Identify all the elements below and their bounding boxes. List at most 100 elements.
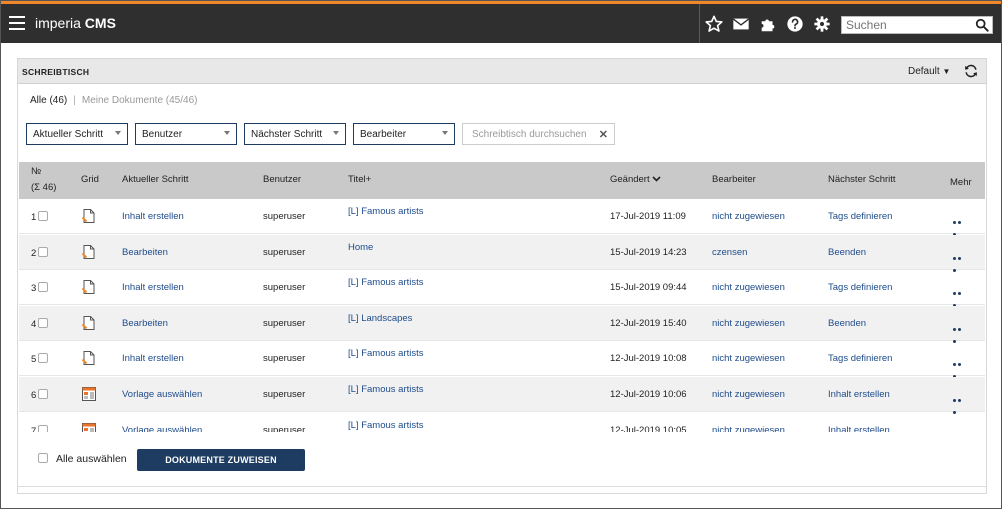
next-step-link[interactable]: Tags definieren — [828, 282, 892, 293]
col-next-step[interactable]: Nächster Schritt — [828, 174, 896, 185]
editor-link[interactable]: nicht zugewiesen — [712, 425, 785, 432]
next-step-link[interactable]: Inhalt erstellen — [828, 389, 890, 400]
more-actions-icon[interactable] — [953, 393, 967, 414]
title-link[interactable]: Home — [348, 242, 373, 253]
help-icon[interactable] — [786, 15, 804, 33]
tab-all-documents[interactable]: Alle (46) — [30, 95, 67, 106]
puzzle-icon[interactable] — [759, 15, 777, 33]
title-link[interactable]: [L] Famous artists — [348, 384, 424, 395]
tab-my-documents[interactable]: Meine Dokumente (45/46) — [82, 95, 198, 106]
document-edit-icon[interactable] — [81, 279, 97, 295]
brand-logo[interactable]: imperia CMS — [35, 15, 116, 31]
desk-panel: SCHREIBTISCH Default ▼ Alle (46) | Meine D… — [17, 58, 987, 494]
col-user[interactable]: Benutzer — [263, 174, 301, 185]
document-edit-icon[interactable] — [81, 315, 97, 331]
mail-icon[interactable] — [732, 15, 750, 33]
row-number-cell: 6 — [31, 389, 49, 401]
row-checkbox[interactable] — [38, 211, 49, 221]
hamburger-menu-icon[interactable] — [9, 16, 25, 30]
document-edit-icon[interactable] — [81, 244, 97, 260]
editor-link[interactable]: nicht zugewiesen — [712, 318, 785, 329]
title-link[interactable]: [L] Famous artists — [348, 420, 424, 431]
next-step-link[interactable]: Beenden — [828, 247, 866, 258]
changed-cell: 12-Jul-2019 15:40 — [610, 317, 687, 329]
top-bar: imperia CMS — [1, 1, 1001, 43]
row-number: 6 — [31, 390, 37, 401]
dropdown-current-step[interactable]: Aktueller Schritt — [26, 123, 128, 145]
template-icon[interactable] — [81, 422, 97, 432]
clear-icon[interactable]: ✕ — [599, 128, 608, 141]
dropdown-user[interactable]: Benutzer — [135, 123, 237, 145]
global-search-input[interactable] — [842, 17, 976, 33]
dropdown-next-step[interactable]: Nächster Schritt — [244, 123, 346, 145]
more-actions-icon[interactable] — [953, 322, 967, 343]
current-step-link[interactable]: Inhalt erstellen — [122, 211, 184, 222]
col-title[interactable]: Titel+ — [348, 174, 371, 185]
table-header: № (Σ 46) Grid Aktueller Schritt Benutzer… — [19, 162, 985, 199]
table-row[interactable]: 6 Vorlage auswählen superuser [L] Famous ar… — [19, 377, 985, 414]
refresh-icon[interactable] — [964, 64, 978, 78]
row-checkbox[interactable] — [38, 353, 49, 364]
current-step-link[interactable]: Bearbeiten — [122, 247, 168, 258]
assign-documents-button[interactable]: DOKUMENTE ZUWEISEN — [137, 449, 305, 471]
row-checkbox[interactable] — [38, 424, 49, 432]
search-icon[interactable] — [975, 18, 989, 32]
table-row[interactable]: 2 Bearbeiten superuser Home 15-Jul-2019 14:2… — [19, 234, 985, 272]
current-step-link[interactable]: Bearbeiten — [122, 318, 168, 329]
user-cell: superuser — [263, 317, 306, 329]
user-cell: superuser — [263, 353, 306, 365]
select-all[interactable]: Alle auswählen — [38, 453, 127, 465]
caret-down-icon — [224, 131, 230, 135]
current-step-link[interactable]: Inhalt erstellen — [122, 353, 184, 364]
table-row[interactable]: 1 Inhalt erstellen superuser [L] Famous art… — [19, 199, 985, 236]
col-changed[interactable]: Geändert — [610, 174, 661, 185]
current-step-link[interactable]: Vorlage auswählen — [122, 425, 202, 432]
editor-link[interactable]: nicht zugewiesen — [712, 282, 785, 293]
col-current-step[interactable]: Aktueller Schritt — [122, 174, 189, 185]
editor-link[interactable]: nicht zugewiesen — [712, 389, 785, 400]
row-checkbox[interactable] — [38, 246, 49, 257]
dropdown-user-label: Benutzer — [142, 129, 183, 140]
row-checkbox[interactable] — [38, 282, 49, 293]
title-link[interactable]: [L] Landscapes — [348, 313, 412, 324]
current-step-link[interactable]: Vorlage auswählen — [122, 389, 202, 400]
editor-link[interactable]: nicht zugewiesen — [712, 353, 785, 364]
title-link[interactable]: [L] Famous artists — [348, 348, 424, 359]
view-selector[interactable]: Default ▼ — [908, 66, 950, 77]
gear-icon[interactable] — [813, 15, 831, 33]
table-row[interactable]: 3 Inhalt erstellen superuser [L] Famous art… — [19, 270, 985, 308]
current-step-link[interactable]: Inhalt erstellen — [122, 282, 184, 293]
next-step-link[interactable]: Tags definieren — [828, 353, 892, 364]
table-footer: Alle auswählen DOKUMENTE ZUWEISEN — [18, 439, 986, 489]
col-editor[interactable]: Bearbeiter — [712, 174, 756, 185]
next-step-link[interactable]: Inhalt erstellen — [828, 425, 890, 432]
more-actions-icon[interactable] — [953, 286, 967, 308]
more-actions-icon[interactable] — [953, 357, 967, 379]
document-edit-icon[interactable] — [81, 350, 97, 366]
table-row[interactable]: 5 Inhalt erstellen superuser [L] Famous art… — [19, 341, 985, 379]
row-checkbox[interactable] — [38, 317, 49, 328]
dropdown-editor[interactable]: Bearbeiter — [353, 123, 455, 145]
topbar-divider — [699, 4, 700, 43]
caret-down-icon — [115, 131, 121, 135]
document-edit-icon[interactable] — [81, 208, 97, 224]
row-checkbox[interactable] — [38, 389, 49, 399]
table-row[interactable]: 7 Vorlage auswählen superuser [L] Famous ar… — [19, 413, 985, 432]
next-step-link[interactable]: Tags definieren — [828, 211, 892, 222]
select-all-checkbox[interactable] — [38, 453, 48, 463]
more-actions-icon[interactable] — [953, 429, 967, 432]
more-actions-icon[interactable] — [953, 251, 967, 272]
editor-link[interactable]: czensen — [712, 247, 747, 258]
user-cell: superuser — [263, 282, 306, 294]
editor-link[interactable]: nicht zugewiesen — [712, 211, 785, 222]
row-number-cell: 1 — [31, 211, 49, 223]
desk-search-input[interactable]: Schreibtisch durchsuchen ✕ — [462, 123, 615, 145]
table-row[interactable]: 4 Bearbeiten superuser [L] Landscapes 12-Jul… — [19, 305, 985, 343]
next-step-link[interactable]: Beenden — [828, 318, 866, 329]
col-changed-label: Geändert — [610, 174, 650, 185]
more-actions-icon[interactable] — [953, 215, 967, 236]
star-icon[interactable] — [705, 15, 723, 33]
title-link[interactable]: [L] Famous artists — [348, 277, 424, 288]
title-link[interactable]: [L] Famous artists — [348, 206, 424, 217]
template-icon[interactable] — [81, 386, 97, 402]
